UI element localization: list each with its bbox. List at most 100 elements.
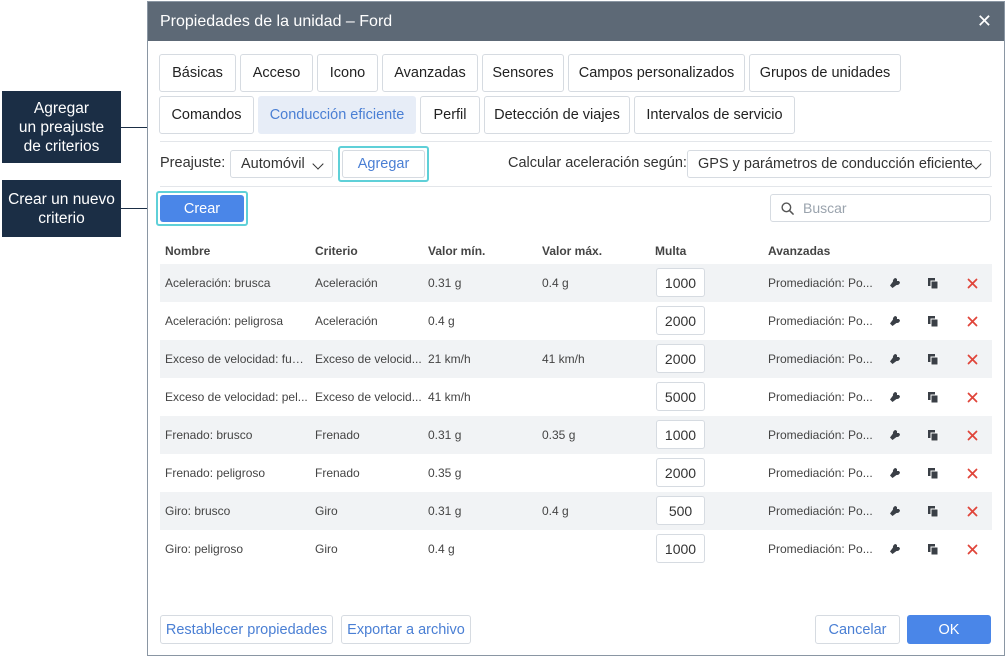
wrench-icon[interactable] <box>888 466 902 480</box>
table-row: Aceleración: brusca Aceleración 0.31 g 0… <box>160 264 992 302</box>
dialog-title-bar: Propiedades de la unidad – Ford ✕ <box>148 2 1004 41</box>
preset-select[interactable]: Automóvil <box>230 150 333 178</box>
wrench-icon[interactable] <box>888 276 902 290</box>
fine-input[interactable]: 5000 <box>656 382 705 411</box>
copy-icon[interactable] <box>926 466 940 480</box>
delete-icon[interactable] <box>965 390 979 404</box>
cell-name: Exceso de velocidad: pel... <box>165 390 308 404</box>
copy-icon[interactable] <box>926 428 940 442</box>
copy-icon[interactable] <box>926 352 940 366</box>
column-header-name: Nombre <box>165 244 211 258</box>
cell-max <box>542 530 642 568</box>
callout-add-preset: Agregar un preajuste de criterios <box>2 91 121 163</box>
cell-advanced: Promediación: Po... <box>768 428 873 442</box>
cell-name: Aceleración: peligrosa <box>165 314 284 328</box>
tab-conduccion-eficiente[interactable]: Conducción eficiente <box>258 96 416 134</box>
cell-name: Frenado: brusco <box>165 428 253 442</box>
wrench-icon[interactable] <box>888 504 902 518</box>
cell-min: 0.31 g <box>428 504 462 518</box>
tab-acceso[interactable]: Acceso <box>240 54 313 92</box>
cancel-button[interactable]: Cancelar <box>815 615 900 644</box>
copy-icon[interactable] <box>926 276 940 290</box>
table-row: Aceleración: peligrosa Aceleración 0.4 g… <box>160 302 992 340</box>
delete-icon[interactable] <box>965 314 979 328</box>
column-header-criterion: Criterio <box>315 244 358 258</box>
chevron-down-icon <box>312 158 324 170</box>
accel-value: GPS y parámetros de conducción eficiente <box>698 156 973 172</box>
delete-icon[interactable] <box>965 466 979 480</box>
cell-advanced: Promediación: Po... <box>768 276 873 290</box>
fine-input[interactable]: 2000 <box>656 458 705 487</box>
fine-input[interactable]: 1000 <box>656 420 705 449</box>
tab-avanzadas[interactable]: Avanzadas <box>382 54 478 92</box>
copy-icon[interactable] <box>926 504 940 518</box>
delete-icon[interactable] <box>965 276 979 290</box>
cell-advanced: Promediación: Po... <box>768 314 873 328</box>
preset-value: Automóvil <box>241 156 305 172</box>
fine-input[interactable]: 1000 <box>656 268 705 297</box>
delete-icon[interactable] <box>965 542 979 556</box>
wrench-icon[interactable] <box>888 352 902 366</box>
delete-icon[interactable] <box>965 352 979 366</box>
accel-label: Calcular aceleración según: <box>508 155 687 171</box>
tab-basicas[interactable]: Básicas <box>159 54 236 92</box>
column-header-min: Valor mín. <box>428 244 486 258</box>
fine-input[interactable]: 2000 <box>656 344 705 373</box>
cell-criterion: Aceleración <box>315 314 378 328</box>
cell-min: 0.31 g <box>428 428 462 442</box>
tab-icono[interactable]: Icono <box>317 54 378 92</box>
tab-sensores[interactable]: Sensores <box>482 54 564 92</box>
cell-name: Frenado: peligroso <box>165 466 266 480</box>
cell-criterion: Giro <box>315 504 338 518</box>
tab-perfil[interactable]: Perfil <box>420 96 480 134</box>
cell-min: 41 km/h <box>428 390 471 404</box>
reset-properties-button[interactable]: Restablecer propiedades <box>160 615 333 644</box>
cell-max <box>542 302 642 340</box>
cell-min: 0.31 g <box>428 276 462 290</box>
table-row: Frenado: brusco Frenado 0.31 g 0.35 g 10… <box>160 416 992 454</box>
cell-max: 0.35 g <box>542 428 576 442</box>
unit-properties-dialog: Propiedades de la unidad – Ford ✕ Básica… <box>147 1 1005 656</box>
tab-comandos[interactable]: Comandos <box>159 96 254 134</box>
table-row: Giro: brusco Giro 0.31 g 0.4 g 500 Prome… <box>160 492 992 530</box>
tab-grupos-de-unidades[interactable]: Grupos de unidades <box>749 54 901 92</box>
search-input[interactable]: Buscar <box>770 194 991 222</box>
copy-icon[interactable] <box>926 390 940 404</box>
wrench-icon[interactable] <box>888 390 902 404</box>
cell-min: 21 km/h <box>428 352 471 366</box>
copy-icon[interactable] <box>926 542 940 556</box>
wrench-icon[interactable] <box>888 542 902 556</box>
cell-criterion: Frenado <box>315 428 360 442</box>
preset-label: Preajuste: <box>160 155 226 171</box>
wrench-icon[interactable] <box>888 428 902 442</box>
cell-min: 0.4 g <box>428 542 455 556</box>
delete-icon[interactable] <box>965 504 979 518</box>
cell-advanced: Promediación: Po... <box>768 466 873 480</box>
close-icon[interactable]: ✕ <box>977 12 992 30</box>
callout-create-criterion: Crear un nuevo criterio <box>2 180 121 237</box>
search-icon <box>781 202 794 215</box>
dialog-title: Propiedades de la unidad – Ford <box>160 12 393 30</box>
cell-name: Exceso de velocidad: fue... <box>165 352 308 366</box>
tab-deteccion-de-viajes[interactable]: Detección de viajes <box>484 96 630 134</box>
cell-max <box>542 378 642 416</box>
divider <box>160 141 992 142</box>
copy-icon[interactable] <box>926 314 940 328</box>
tab-campos-personalizados[interactable]: Campos personalizados <box>568 54 745 92</box>
export-to-file-button[interactable]: Exportar a archivo <box>341 615 471 644</box>
wrench-icon[interactable] <box>888 314 902 328</box>
add-preset-button[interactable]: Agregar <box>342 150 425 178</box>
cell-name: Giro: peligroso <box>165 542 244 556</box>
tab-intervalos-de-servicio[interactable]: Intervalos de servicio <box>634 96 795 134</box>
fine-input[interactable]: 2000 <box>656 306 705 335</box>
ok-button[interactable]: OK <box>907 615 991 644</box>
create-button[interactable]: Crear <box>160 195 244 222</box>
cell-min: 0.35 g <box>428 466 462 480</box>
table-row: Giro: peligroso Giro 0.4 g 1000 Promedia… <box>160 530 992 568</box>
cell-min: 0.4 g <box>428 314 455 328</box>
fine-input[interactable]: 500 <box>656 496 705 525</box>
cell-name: Giro: brusco <box>165 504 231 518</box>
accel-select[interactable]: GPS y parámetros de conducción eficiente <box>687 150 991 178</box>
fine-input[interactable]: 1000 <box>656 534 705 563</box>
delete-icon[interactable] <box>965 428 979 442</box>
